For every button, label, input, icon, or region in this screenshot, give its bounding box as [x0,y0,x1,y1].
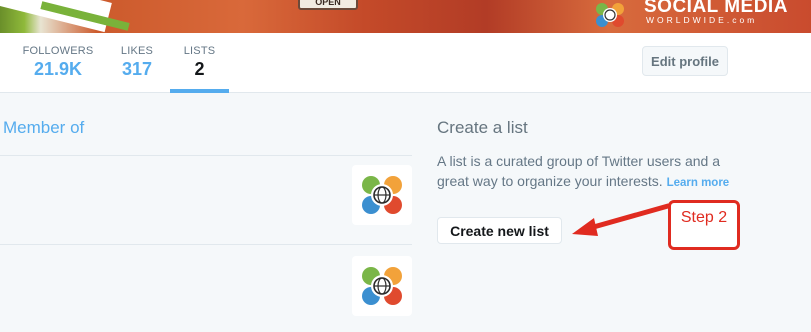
member-of-heading: Member of [3,118,85,137]
social-media-worldwide-logo-icon [362,176,402,214]
lists-label: LISTS [183,45,216,57]
likes-label: LIKES [120,45,154,57]
banner-sign: OPEN [298,0,358,10]
create-new-list-button[interactable]: Create new list [437,217,562,244]
annotation-arrow-icon [572,203,671,236]
lists-stat[interactable]: LISTS 2 [170,33,229,93]
divider [0,244,412,245]
list-avatar[interactable] [352,165,412,225]
profile-nav: FOLLOWERS 21.9K LIKES 317 LISTS 2 Edit p… [0,33,811,93]
followers-label: FOLLOWERS [22,45,94,57]
edit-profile-button[interactable]: Edit profile [642,46,728,76]
step-annotation: Step 2 [668,200,740,250]
likes-count: 317 [121,59,153,79]
learn-more-link[interactable]: Learn more [667,177,730,189]
followers-count: 21.9K [33,59,83,79]
list-avatar[interactable] [352,256,412,316]
divider [0,155,412,156]
likes-stat[interactable]: LIKES 317 [112,33,162,93]
brand-subtitle: WORLDWIDE.com [646,15,758,25]
profile-banner: OPEN SOCIAL MEDIA WORLDWIDE.com [0,0,811,33]
brand-logo-icon [596,3,624,27]
create-list-heading: Create a list [437,118,528,137]
followers-stat[interactable]: FOLLOWERS 21.9K [14,33,102,93]
lists-count: 2 [194,59,205,79]
create-list-description: A list is a curated group of Twitter use… [437,151,737,193]
social-media-worldwide-logo-icon [362,267,402,305]
